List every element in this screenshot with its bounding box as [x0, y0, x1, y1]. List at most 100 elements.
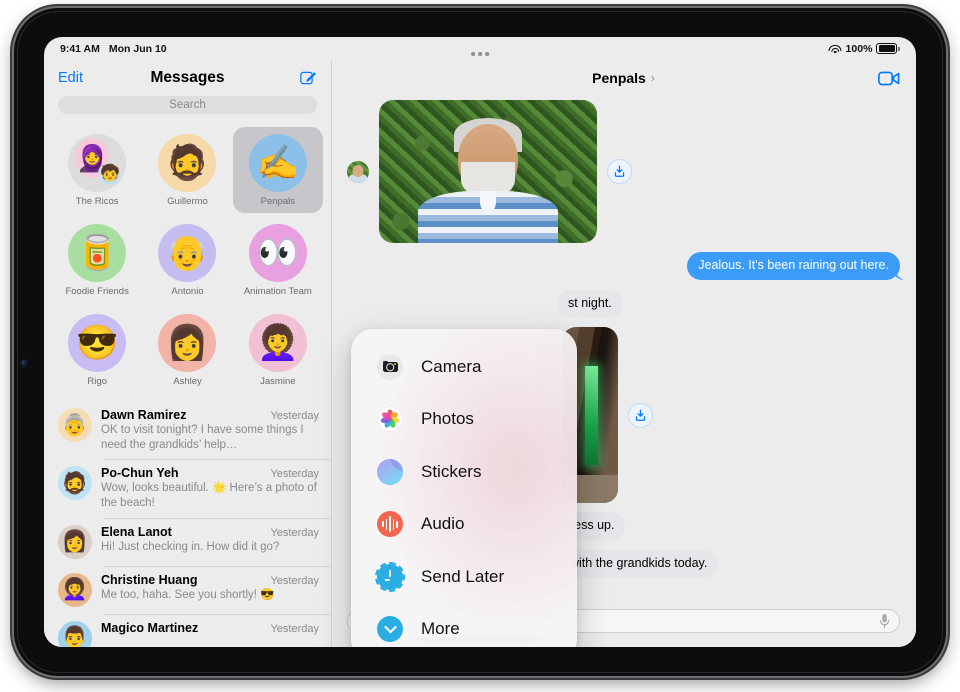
- conversation-preview: Hi! Just checking in. How did it go?: [101, 540, 280, 553]
- pinned-conversation-label: Jasmine: [260, 376, 296, 387]
- search-placeholder: Search: [169, 99, 206, 111]
- attachment-menu-item-audio[interactable]: Audio: [351, 504, 577, 544]
- detail-nav-bar: Penpals ›: [331, 60, 916, 96]
- compose-icon[interactable]: [299, 69, 317, 87]
- conversation-preview: Me too, haha. See you shortly! 😎: [101, 588, 275, 601]
- avatar: 👴: [158, 224, 217, 282]
- message-photo-doorway: [562, 327, 900, 504]
- message-row-outgoing: Jealous. It's been raining out here.: [347, 252, 900, 280]
- avatar: ✍️: [248, 134, 307, 192]
- conversation-preview: OK to visit tonight? I have some things …: [101, 424, 304, 451]
- pinned-conversation-label: Foodie Friends: [65, 286, 129, 297]
- dot: [485, 52, 489, 56]
- attachment-menu-item-label: Send Later: [421, 566, 505, 586]
- avatar: 🥫: [68, 224, 127, 282]
- message-bubble[interactable]: st night.: [557, 289, 623, 318]
- pinned-conversation-label: Ashley: [173, 376, 202, 387]
- conversation-preview: Wow, looks beautiful. 🌟 Here’s a photo o…: [101, 482, 317, 510]
- attachment-menu-item-more[interactable]: More: [351, 609, 577, 647]
- download-icon[interactable]: [628, 402, 653, 428]
- message-bubble[interactable]: with the grandkids today.: [559, 549, 719, 578]
- conversation-name: Christine Huang: [101, 572, 198, 587]
- avatar: 👩‍🦱: [248, 314, 307, 372]
- facetime-video-icon[interactable]: [878, 71, 900, 86]
- avatar: 🧕 🧒: [68, 134, 127, 192]
- pinned-conversation-antonio[interactable]: 👴 Antonio: [142, 217, 232, 303]
- sidebar-nav-bar: Edit Messages: [44, 60, 331, 96]
- pinned-conversation-guillermo[interactable]: 🧔 Guillermo: [142, 127, 232, 213]
- conversation-timestamp: Yesterday: [270, 526, 319, 539]
- conversation-timestamp: Yesterday: [270, 574, 319, 587]
- conversation-title: Penpals: [592, 70, 646, 86]
- multitasking-control[interactable]: [465, 48, 495, 60]
- microphone-icon[interactable]: [879, 613, 890, 629]
- message-row-incoming: ress up.: [559, 512, 900, 540]
- conversation-title-button[interactable]: Penpals ›: [592, 70, 655, 86]
- chevron-right-icon: ›: [650, 71, 655, 85]
- message-row-incoming: st night.: [557, 289, 900, 318]
- attachment-menu-item-photos[interactable]: Photos: [351, 399, 577, 439]
- avatar: [347, 160, 369, 183]
- avatar: 👀: [248, 224, 307, 282]
- pinned-conversation-label: Guillermo: [167, 196, 208, 207]
- ipad-screen: 9:41 AM Mon Jun 10 100% Edit Messages Se…: [44, 37, 916, 647]
- attachment-menu-item-stickers[interactable]: Stickers: [351, 452, 577, 492]
- pinned-conversation-ashley[interactable]: 👩 Ashley: [142, 307, 232, 393]
- conversation-list-item[interactable]: 👩 Elena Lanot Yesterday Hi! Just checking i…: [44, 517, 331, 566]
- conversation-timestamp: Yesterday: [270, 622, 319, 635]
- pinned-conversation-animation-team[interactable]: 👀 Animation Team: [233, 217, 323, 303]
- pinned-conversation-penpals[interactable]: ✍️ Penpals: [232, 127, 323, 213]
- page-title: Messages: [150, 69, 225, 86]
- send-later-clock-icon: [375, 561, 405, 592]
- pinned-conversation-the-ricos[interactable]: 🧕 🧒 The Ricos: [52, 127, 142, 213]
- dot: [471, 52, 475, 56]
- conversation-name: Dawn Ramirez: [101, 408, 187, 422]
- conversation-content: Po-Chun Yeh Yesterday Wow, looks beautiful…: [101, 466, 319, 510]
- conversation-name: Po-Chun Yeh: [101, 466, 179, 481]
- pinned-conversation-rigo[interactable]: 😎 Rigo: [52, 307, 142, 393]
- avatar: 👩‍🦱: [58, 572, 92, 607]
- ipad-device-frame: 9:41 AM Mon Jun 10 100% Edit Messages Se…: [14, 8, 946, 676]
- attachment-menu-item-camera[interactable]: Camera: [351, 347, 577, 387]
- attachment-menu-item-label: More: [421, 618, 460, 638]
- conversation-content: Elena Lanot Yesterday Hi! Just checking in…: [101, 525, 319, 559]
- message-bubble[interactable]: Jealous. It's been raining out here.: [687, 252, 900, 280]
- dot: [478, 52, 482, 56]
- stickers-icon: [377, 458, 403, 485]
- edit-button[interactable]: Edit: [58, 70, 83, 86]
- conversation-list-item[interactable]: 👵 Dawn Ramirez Yesterday OK to visit tonigh…: [44, 401, 331, 459]
- pinned-conversation-jasmine[interactable]: 👩‍🦱 Jasmine: [233, 307, 323, 393]
- conversation-timestamp: Yesterday: [270, 468, 319, 481]
- photo-attachment[interactable]: [379, 100, 597, 243]
- battery-percent-label: 100%: [845, 42, 873, 55]
- wifi-icon: [828, 44, 842, 54]
- more-chevron-down-icon: [377, 615, 403, 642]
- conversation-list-item[interactable]: 🧔 Po-Chun Yeh Yesterday Wow, looks beautifu…: [44, 459, 331, 517]
- attachment-menu-item-label: Audio: [421, 514, 465, 534]
- search-container: Search: [44, 96, 331, 121]
- pinned-conversation-label: The Ricos: [75, 196, 119, 207]
- attachment-menu-item-label: Camera: [421, 357, 482, 376]
- avatar: 👩: [158, 314, 217, 372]
- attachment-menu-item-send-later[interactable]: Send Later: [351, 557, 577, 597]
- conversation-list-item[interactable]: 👩‍🦱 Christine Huang Yesterday Me too, haha.…: [44, 565, 331, 614]
- avatar: 🧔: [158, 134, 217, 192]
- search-input[interactable]: Search: [58, 96, 317, 114]
- conversation-list: 👵 Dawn Ramirez Yesterday OK to visit tonigh…: [44, 397, 331, 647]
- download-icon[interactable]: [607, 159, 632, 184]
- battery-icon: [876, 43, 900, 54]
- front-camera-icon: [21, 360, 28, 367]
- conversation-name: Magico Martinez: [101, 620, 199, 635]
- camera-icon: [377, 354, 403, 380]
- message-photo-hedge: [347, 100, 900, 243]
- attachment-menu-item-label: Photos: [421, 409, 474, 429]
- conversation-timestamp: Yesterday: [270, 410, 319, 422]
- pinned-conversation-foodie-friends[interactable]: 🥫 Foodie Friends: [52, 217, 142, 303]
- conversation-content: Magico Martinez Yesterday: [101, 621, 319, 647]
- audio-icon: [377, 511, 403, 538]
- attachment-menu: Camera Photos Stickers Audio Send Later More: [351, 329, 577, 647]
- pinned-conversation-label: Rigo: [87, 376, 107, 387]
- pinned-conversation-label: Animation Team: [243, 286, 312, 297]
- conversation-content: Dawn Ramirez Yesterday OK to visit tonight…: [101, 408, 319, 452]
- conversation-list-item[interactable]: 👨 Magico Martinez Yesterday: [44, 613, 331, 647]
